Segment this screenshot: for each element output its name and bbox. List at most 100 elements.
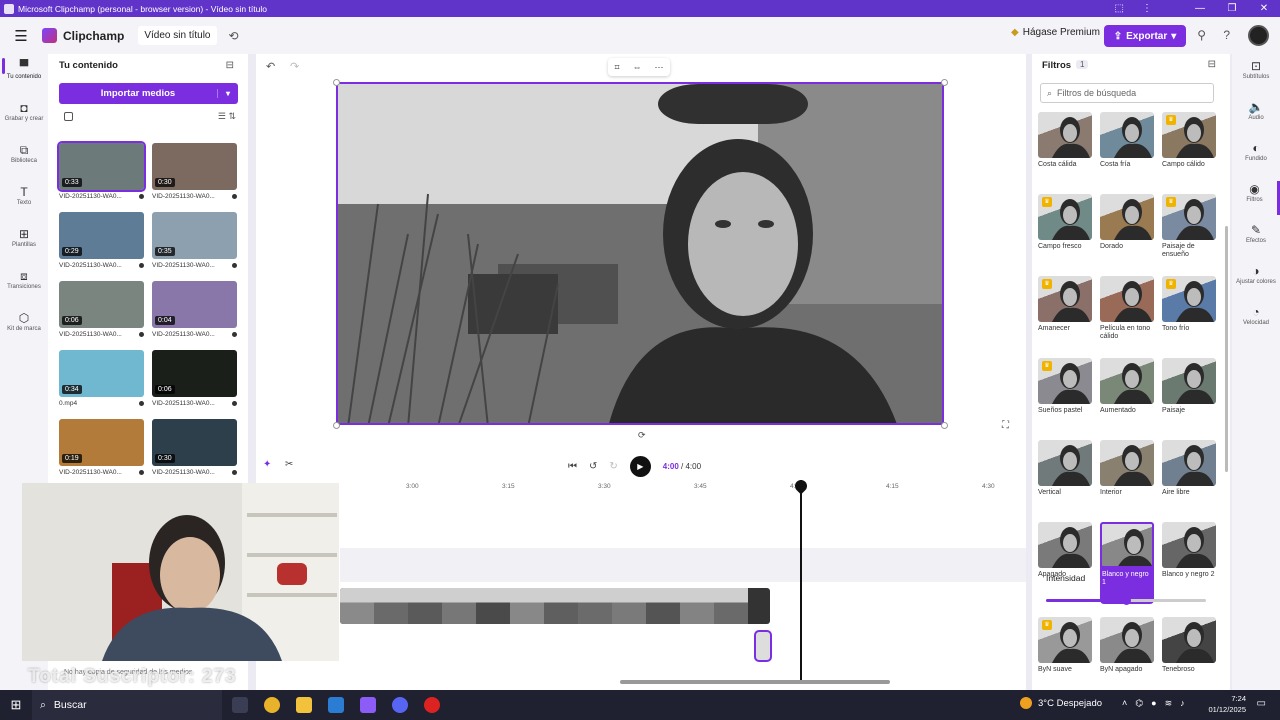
- taskbar-search[interactable]: ⌕ Buscar: [32, 690, 222, 720]
- discord-icon[interactable]: [392, 697, 408, 713]
- clipchamp-taskbar-icon[interactable]: [360, 697, 376, 713]
- filter-option[interactable]: Dorado: [1100, 194, 1154, 276]
- chevron-up-icon[interactable]: ˄: [1122, 698, 1127, 709]
- video-title-input[interactable]: Vídeo sin título: [138, 26, 217, 45]
- network-icon[interactable]: ⌬: [1135, 698, 1143, 709]
- intensity-slider[interactable]: [1046, 596, 1206, 605]
- video-preview[interactable]: [336, 82, 944, 425]
- rail-item-4[interactable]: ⊞ Plantillas: [0, 226, 48, 260]
- filter-thumbnail[interactable]: [1100, 522, 1154, 568]
- media-thumbnail[interactable]: 0:29: [59, 212, 144, 259]
- filter-thumbnail[interactable]: [1162, 358, 1216, 404]
- filter-option[interactable]: Blanco y negro 1: [1100, 522, 1154, 604]
- task-view-icon[interactable]: [232, 697, 248, 713]
- filter-thumbnail[interactable]: [1162, 440, 1216, 486]
- filter-thumbnail[interactable]: [1100, 276, 1154, 322]
- clock[interactable]: 7:24 01/12/2025: [1200, 693, 1246, 715]
- filter-thumbnail[interactable]: [1100, 617, 1154, 663]
- rail-item-5[interactable]: ⧈ Transiciones: [0, 268, 48, 302]
- split-icon[interactable]: ✂: [285, 459, 293, 470]
- windows-start-icon[interactable]: ⊞: [0, 697, 32, 713]
- filter-option[interactable]: Tenebroso: [1162, 617, 1216, 699]
- filter-sort-icon[interactable]: ☰ ⇅: [218, 111, 236, 122]
- recorder-icon[interactable]: [424, 697, 440, 713]
- hamburger-menu-icon[interactable]: ☰: [0, 27, 42, 45]
- media-item[interactable]: 0:29 VID-20251130-WA0...: [59, 212, 144, 281]
- maximize-button[interactable]: ❐: [1216, 0, 1248, 17]
- right-rail-item-4[interactable]: ✎ Efectos: [1232, 222, 1280, 256]
- help-icon[interactable]: ?: [1223, 28, 1230, 42]
- export-button[interactable]: ⇪ Exportar ▾: [1104, 25, 1186, 47]
- media-item[interactable]: 0:04 VID-20251130-WA0...: [152, 281, 237, 350]
- skip-back-icon[interactable]: ⏮: [568, 461, 577, 472]
- filter-thumbnail[interactable]: [1162, 617, 1216, 663]
- filter-thumbnail[interactable]: [1100, 440, 1154, 486]
- rotate-icon[interactable]: ⟳: [638, 430, 646, 441]
- filter-option[interactable]: Aire libre: [1162, 440, 1216, 522]
- minimize-button[interactable]: —: [1184, 0, 1216, 17]
- slider-knob[interactable]: [1122, 596, 1131, 605]
- media-thumbnail[interactable]: 0:19: [59, 419, 144, 466]
- media-item[interactable]: 0:06 VID-20251130-WA0...: [59, 281, 144, 350]
- filter-option[interactable]: ♛ Tono frío: [1162, 276, 1216, 358]
- filter-option[interactable]: Interior: [1100, 440, 1154, 522]
- resize-handle[interactable]: [333, 79, 340, 86]
- media-thumbnail[interactable]: 0:35: [152, 212, 237, 259]
- more-options-icon[interactable]: ⋯: [655, 62, 664, 73]
- rail-item-0[interactable]: ▀ Tu contenido: [0, 58, 48, 92]
- mic-icon[interactable]: ●: [1151, 698, 1156, 709]
- avatar[interactable]: [1248, 25, 1269, 46]
- right-rail-item-6[interactable]: ◔ Velocidad: [1232, 304, 1280, 338]
- filter-option[interactable]: ByN apagado: [1100, 617, 1154, 699]
- sharing-icon[interactable]: ⚲: [1197, 28, 1206, 42]
- play-button[interactable]: ▶: [629, 456, 651, 477]
- extension-icons[interactable]: ⬚ ⋮: [1115, 0, 1152, 17]
- resize-handle[interactable]: [941, 422, 948, 429]
- rail-item-1[interactable]: ◘ Grabar y crear: [0, 100, 48, 134]
- filter-option[interactable]: ♛ ByN suave: [1038, 617, 1092, 699]
- chrome-icon[interactable]: [264, 697, 280, 713]
- filter-option[interactable]: Paisaje: [1162, 358, 1216, 440]
- filter-thumbnail[interactable]: [1100, 358, 1154, 404]
- media-thumbnail[interactable]: 0:06: [152, 350, 237, 397]
- media-item[interactable]: 0:19 VID-20251130-WA0...: [59, 419, 144, 488]
- premium-button[interactable]: ◆ Hágase Premium: [1011, 27, 1100, 38]
- magic-icon[interactable]: ✦: [263, 459, 271, 470]
- right-rail-item-3[interactable]: ◉ Filtros: [1232, 181, 1280, 215]
- weather-widget[interactable]: 3°C Despejado: [1020, 697, 1102, 709]
- right-rail-item-2[interactable]: ◐ Fundido: [1232, 140, 1280, 174]
- media-item[interactable]: 0:06 VID-20251130-WA0...: [152, 350, 237, 419]
- filter-option[interactable]: Aumentado: [1100, 358, 1154, 440]
- filter-thumbnail[interactable]: [1038, 440, 1092, 486]
- right-rail-item-1[interactable]: 🔈 Audio: [1232, 99, 1280, 133]
- media-thumbnail[interactable]: 0:34: [59, 350, 144, 397]
- resize-handle[interactable]: [941, 79, 948, 86]
- audio-clip-handle[interactable]: [754, 630, 772, 662]
- video-clip-track[interactable]: [340, 588, 770, 624]
- filter-option[interactable]: Blanco y negro 2: [1162, 522, 1216, 604]
- fit-icon[interactable]: ⇔: [633, 62, 642, 72]
- filter-option[interactable]: ♛ Paisaje de ensueño: [1162, 194, 1216, 276]
- media-item[interactable]: 0:35 VID-20251130-WA0...: [152, 212, 237, 281]
- filter-option[interactable]: Apagado: [1038, 522, 1092, 604]
- rail-item-6[interactable]: ⬡ Kit de marca: [0, 310, 48, 344]
- chevron-down-icon[interactable]: ▾: [217, 89, 238, 98]
- filter-thumbnail[interactable]: [1100, 112, 1154, 158]
- rail-item-2[interactable]: ⧉ Biblioteca: [0, 142, 48, 176]
- filter-thumbnail[interactable]: [1162, 522, 1216, 568]
- notification-icon[interactable]: ▭: [1257, 698, 1266, 709]
- media-thumbnail[interactable]: 0:33: [57, 141, 146, 192]
- collapse-panel-icon[interactable]: ⊟: [1208, 59, 1216, 70]
- rail-item-3[interactable]: T Texto: [0, 184, 48, 218]
- system-tray[interactable]: ˄ ⌬ ● ≋ ♪: [1122, 698, 1185, 709]
- volume-icon[interactable]: ♪: [1180, 698, 1185, 709]
- cloud-sync-icon[interactable]: ⟲: [229, 29, 239, 43]
- redo-icon[interactable]: ↷: [290, 60, 299, 73]
- resize-handle[interactable]: [333, 422, 340, 429]
- filter-option[interactable]: ♛ Amanecer: [1038, 276, 1092, 358]
- media-item[interactable]: 0:30 VID-20251130-WA0...: [152, 419, 237, 488]
- media-thumbnail[interactable]: 0:04: [152, 281, 237, 328]
- undo-icon[interactable]: ↶: [266, 60, 275, 73]
- filter-option[interactable]: ♛ Campo fresco: [1038, 194, 1092, 276]
- media-thumbnail[interactable]: 0:30: [152, 143, 237, 190]
